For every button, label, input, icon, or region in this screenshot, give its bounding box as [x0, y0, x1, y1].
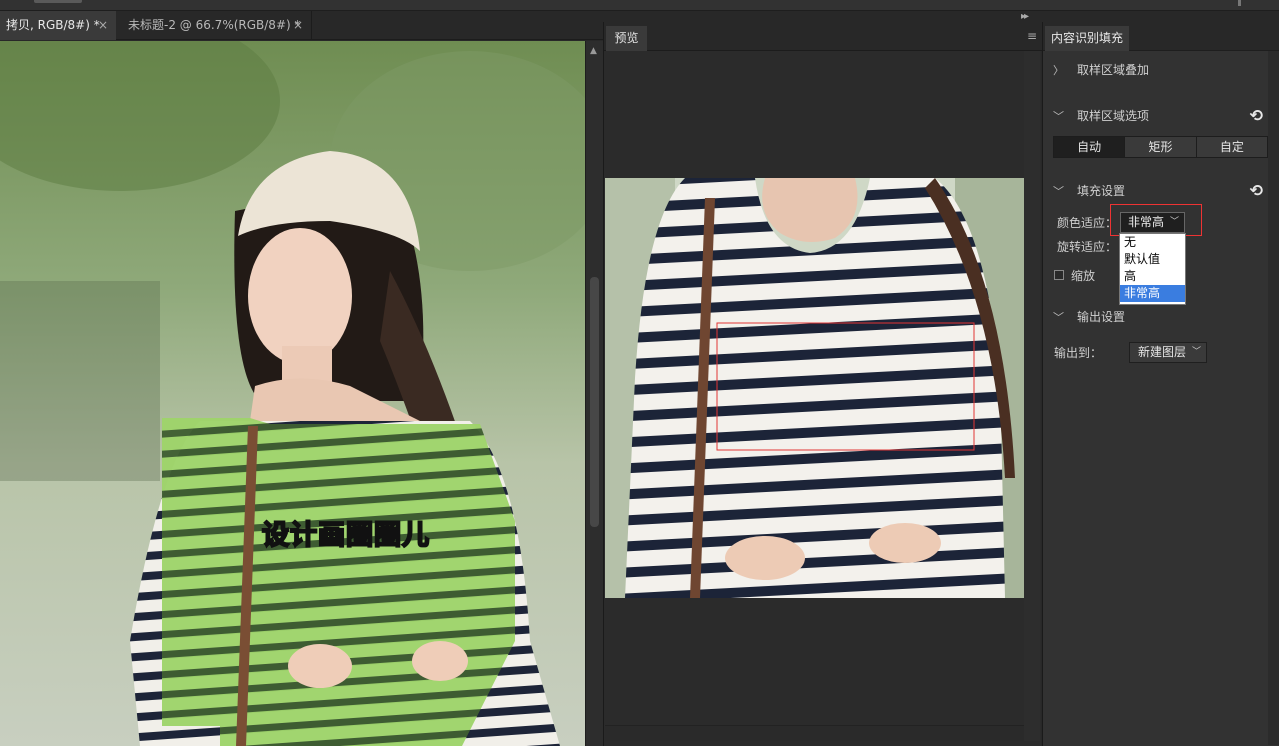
document-tab-bar: 拷贝, RGB/8#) * × 未标题-2 @ 66.7%(RGB/8#) * …: [0, 11, 603, 40]
reset-icon[interactable]: ⟲: [1250, 181, 1263, 200]
preview-tab-bar: 预览 ≡: [604, 22, 1042, 51]
sampling-area-segmented-control: 自动 矩形 自定: [1053, 136, 1268, 158]
dropdown-option-default[interactable]: 默认值: [1120, 251, 1185, 268]
document-tab-label: 拷贝, RGB/8#) *: [6, 18, 100, 32]
content-aware-fill-panel: 内容识别填充 〉取样区域叠加 ﹀ 取样区域选项 ⟲ 自动 矩形 自定 ﹀ 填充设置 …: [1042, 22, 1279, 746]
select-value: 非常高: [1128, 215, 1165, 229]
chevron-down-icon: ﹀: [1169, 217, 1179, 227]
document-canvas[interactable]: 设计画圈圈儿: [0, 41, 585, 746]
preview-vertical-scrollbar[interactable]: [1024, 51, 1040, 741]
panel-tab-bar: 内容识别填充: [1043, 22, 1279, 51]
preview-image: [605, 178, 1024, 598]
color-adaptation-select[interactable]: 非常高 ﹀: [1120, 212, 1185, 233]
dropdown-option-none[interactable]: 无: [1120, 234, 1185, 251]
section-label: 取样区域选项: [1077, 109, 1150, 123]
top-strip-marker: [1238, 0, 1241, 6]
rotation-adaptation-label: 旋转适应：: [1057, 240, 1118, 254]
chevron-down-icon[interactable]: ﹀: [1053, 108, 1069, 126]
scale-checkbox[interactable]: [1054, 270, 1064, 280]
sampling-custom-button[interactable]: 自定: [1196, 137, 1267, 157]
close-icon[interactable]: ×: [98, 11, 108, 39]
chevron-right-icon[interactable]: 〉: [1053, 62, 1069, 80]
collapse-panels-icon[interactable]: ▸▸: [1021, 11, 1029, 22]
app-top-strip: [0, 0, 1279, 11]
chevron-down-icon: ﹀: [1191, 347, 1201, 357]
select-value: 新建图层: [1138, 345, 1187, 359]
section-fill-settings[interactable]: ﹀ 填充设置: [1053, 182, 1125, 200]
section-label: 取样区域叠加: [1077, 63, 1150, 77]
document-tab-label: 未标题-2 @ 66.7%(RGB/8#) *: [128, 18, 301, 32]
scale-label: 缩放: [1071, 269, 1096, 283]
color-adaptation-label: 颜色适应：: [1057, 216, 1118, 230]
chevron-down-icon[interactable]: ﹀: [1053, 309, 1069, 327]
chevron-down-icon[interactable]: ﹀: [1053, 183, 1069, 201]
color-adaptation-dropdown-list: 无 默认值 高 非常高: [1119, 233, 1186, 305]
canvas-text-layer[interactable]: 设计画圈圈儿: [261, 513, 430, 552]
reset-icon[interactable]: ⟲: [1250, 106, 1263, 125]
scrollbar-thumb[interactable]: [590, 277, 599, 527]
sampling-auto-button[interactable]: 自动: [1054, 137, 1126, 157]
section-output-settings[interactable]: ﹀ 输出设置: [1053, 308, 1125, 326]
preview-panel: 预览 ≡: [603, 22, 1042, 746]
section-sampling-options[interactable]: ﹀ 取样区域选项: [1053, 107, 1149, 125]
document-tab-untitled-2[interactable]: 未标题-2 @ 66.7%(RGB/8#) * ×: [116, 11, 312, 40]
preview-photo: [605, 178, 1024, 598]
tab-content-aware-fill[interactable]: 内容识别填充: [1045, 26, 1129, 51]
scroll-up-icon[interactable]: ▲: [590, 46, 597, 56]
panel-vertical-scrollbar[interactable]: [1268, 51, 1279, 745]
section-label: 输出设置: [1077, 310, 1126, 324]
top-strip-control[interactable]: [34, 0, 82, 3]
output-to-label: 输出到：: [1054, 346, 1103, 360]
tab-preview[interactable]: 预览: [606, 26, 647, 51]
output-to-select[interactable]: 新建图层 ﹀: [1129, 342, 1207, 363]
canvas-vertical-scrollbar[interactable]: ▲: [585, 41, 603, 746]
section-sampling-overlay[interactable]: 〉取样区域叠加: [1053, 61, 1149, 79]
panel-menu-icon[interactable]: ≡: [1027, 29, 1037, 43]
document-tab-active[interactable]: 拷贝, RGB/8#) * ×: [0, 11, 116, 40]
preview-horizontal-scrollbar[interactable]: [605, 725, 1024, 741]
section-label: 填充设置: [1077, 184, 1126, 198]
dropdown-option-very-high[interactable]: 非常高: [1120, 285, 1185, 302]
sampling-rectangle-button[interactable]: 矩形: [1125, 137, 1197, 157]
close-icon[interactable]: ×: [293, 11, 303, 39]
canvas-photo: [0, 41, 585, 746]
dropdown-option-high[interactable]: 高: [1120, 268, 1185, 285]
